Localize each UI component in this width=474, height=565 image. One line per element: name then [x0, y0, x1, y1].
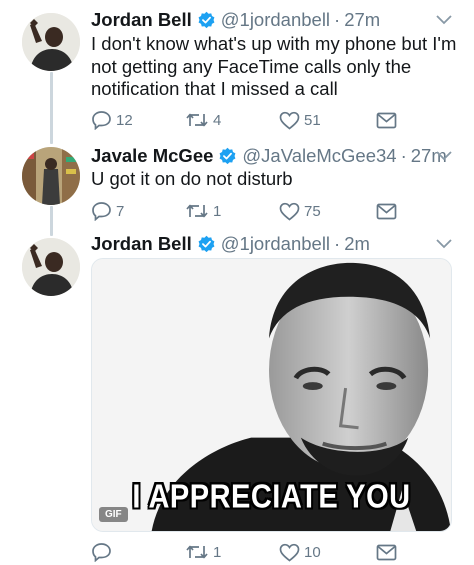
- reply-count: 7: [116, 202, 125, 220]
- verified-badge-icon: [197, 235, 216, 254]
- like-button[interactable]: 10: [279, 541, 321, 563]
- tweet-header: Javale McGee @JaValeMcGee34 · 27m: [91, 144, 447, 168]
- like-count: 51: [304, 111, 321, 129]
- tweet-header: Jordan Bell @1jordanbell · 2m: [91, 232, 370, 256]
- gif-badge: GIF: [99, 507, 128, 522]
- like-count: 10: [304, 543, 321, 561]
- user-handle[interactable]: @1jordanbell: [221, 9, 330, 31]
- reply-count: 12: [116, 111, 133, 129]
- chevron-down-icon[interactable]: [436, 15, 452, 25]
- display-name[interactable]: Jordan Bell: [91, 233, 192, 255]
- reply-icon: [92, 111, 111, 130]
- retweet-icon: [186, 113, 208, 127]
- chevron-down-icon[interactable]: [436, 239, 452, 249]
- timestamp[interactable]: 2m: [344, 233, 370, 255]
- heart-icon: [279, 543, 300, 562]
- retweet-button[interactable]: 1: [185, 541, 221, 563]
- tweet-text: I don't know what's up with my phone but…: [91, 33, 457, 99]
- heart-icon: [279, 111, 300, 130]
- tweet-text: U got it on do not disturb: [91, 168, 293, 189]
- retweet-count: 1: [213, 202, 222, 220]
- display-name[interactable]: Jordan Bell: [91, 9, 192, 31]
- retweet-icon: [186, 204, 208, 218]
- dm-button[interactable]: [376, 541, 397, 563]
- thread-line: [50, 72, 53, 144]
- timestamp[interactable]: 27m: [344, 9, 380, 31]
- user-handle[interactable]: @1jordanbell: [221, 233, 330, 255]
- tweet-actions: 7 1 75: [91, 200, 401, 222]
- avatar[interactable]: [22, 147, 80, 205]
- envelope-icon: [376, 544, 397, 560]
- like-button[interactable]: 51: [279, 109, 321, 131]
- tweet-actions: 12 4 51: [91, 109, 401, 131]
- dm-button[interactable]: [376, 200, 397, 222]
- envelope-icon: [376, 112, 397, 128]
- like-count: 75: [304, 202, 321, 220]
- like-button[interactable]: 75: [279, 200, 321, 222]
- display-name[interactable]: Javale McGee: [91, 145, 213, 167]
- thread-line: [50, 206, 53, 236]
- retweet-count: 1: [213, 543, 222, 561]
- retweet-button[interactable]: 4: [185, 109, 221, 131]
- retweet-icon: [186, 545, 208, 559]
- reply-button[interactable]: 12: [91, 109, 133, 131]
- gif-caption: I APPRECIATE YOU: [132, 478, 411, 516]
- avatar[interactable]: [22, 13, 80, 71]
- verified-badge-icon: [197, 11, 216, 30]
- chevron-down-icon[interactable]: [436, 151, 452, 161]
- avatar[interactable]: [22, 238, 80, 296]
- retweet-count: 4: [213, 111, 222, 129]
- retweet-button[interactable]: 1: [185, 200, 221, 222]
- reply-button[interactable]: [91, 541, 112, 563]
- dm-button[interactable]: [376, 109, 397, 131]
- separator: ·: [334, 9, 341, 30]
- heart-icon: [279, 202, 300, 221]
- reply-icon: [92, 543, 111, 562]
- gif-media[interactable]: I APPRECIATE YOU GIF: [91, 258, 452, 532]
- verified-badge-icon: [218, 147, 237, 166]
- user-handle[interactable]: @JaValeMcGee34: [242, 145, 396, 167]
- tweet-header: Jordan Bell @1jordanbell · 27m: [91, 8, 380, 32]
- tweet-actions: 1 10: [91, 541, 401, 563]
- separator: ·: [334, 233, 341, 254]
- reply-icon: [92, 202, 111, 221]
- envelope-icon: [376, 203, 397, 219]
- separator: ·: [400, 145, 407, 166]
- reply-button[interactable]: 7: [91, 200, 124, 222]
